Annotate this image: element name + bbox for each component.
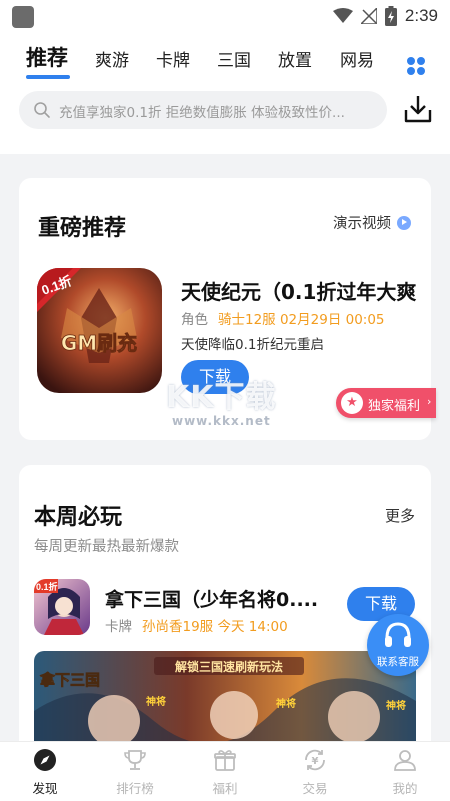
search-icon (34, 102, 50, 118)
nav-label: 我的 (392, 781, 418, 796)
game-icon-naxia[interactable]: 0.1折 (34, 579, 90, 635)
weekly-subtitle: 每周更新最热最新爆款 (34, 539, 179, 555)
game-name[interactable]: 拿下三国（少年名将0.... (105, 585, 318, 612)
watermark: KK下载 (166, 380, 277, 415)
nav-label: 福利 (212, 781, 238, 796)
active-tab-indicator (26, 75, 70, 79)
game-meta: 角色 骑士12服 02月29日 00:05 (181, 308, 385, 328)
header: 推荐 爽游 卡牌 三国 放置 网易 充值享独家0.1折 拒绝数值膨胀 体验极致性… (0, 32, 450, 154)
svg-text:¥: ¥ (312, 756, 319, 767)
banner-slogan: 解锁三国速刷新玩法 (175, 659, 283, 674)
weekly-title: 本周必玩 (34, 505, 123, 530)
tab-netease[interactable]: 网易 (340, 46, 374, 71)
game-artwork: 0.1折 GM刷充 (37, 268, 162, 393)
nav-welfare[interactable]: 福利 (180, 742, 270, 801)
search-placeholder: 充值享独家0.1折 拒绝数值膨胀 体验极致性价... (59, 105, 345, 121)
icon-caption: GM刷充 (61, 331, 137, 355)
game-meta: 卡牌 孙尚香19服 今天 14:00 (105, 615, 288, 635)
banner-tag: 神将 (146, 695, 166, 708)
all-categories-icon[interactable] (404, 54, 428, 78)
weekly-card: 本周必玩 更多 每周更新最热最新爆款 0.1折 拿下三国（少年名将0.... 卡… (19, 465, 431, 765)
user-icon (394, 750, 416, 771)
customer-service-label: 联系客服 (377, 656, 419, 668)
clock: 2:39 (404, 6, 438, 25)
banner-logo: 拿下三国 (39, 671, 100, 689)
tab-three-kingdoms[interactable]: 三国 (217, 46, 251, 71)
banner-tag: 神将 (276, 697, 296, 710)
nav-label: 交易 (302, 781, 328, 796)
demo-video-link[interactable]: 演示视频 (333, 212, 411, 233)
bottom-nav: 发现 排行榜 福利 ¥ 交易 我的 (0, 741, 450, 801)
status-bar: 2:39 (0, 0, 450, 32)
game-category: 角色 (181, 312, 208, 328)
tab-recommend[interactable]: 推荐 (26, 42, 68, 72)
no-signal-icon (360, 8, 377, 24)
nav-discover[interactable]: 发现 (0, 742, 90, 801)
trophy-icon (124, 750, 146, 770)
game-icon-tianshi[interactable]: 0.1折 GM刷充 (37, 268, 162, 393)
battery-charging-icon (384, 6, 397, 26)
nav-label: 发现 (32, 781, 58, 796)
demo-video-label: 演示视频 (333, 216, 391, 232)
nav-mine[interactable]: 我的 (360, 742, 450, 801)
discount-badge: 0.1折 (36, 581, 58, 592)
search-bar[interactable]: 充值享独家0.1折 拒绝数值膨胀 体验极致性价... (19, 91, 387, 129)
gift-icon (214, 750, 236, 771)
status-icons: 2:39 (332, 5, 438, 27)
game-artwork: 0.1折 (34, 579, 90, 635)
featured-title: 重磅推荐 (38, 216, 127, 241)
game-description: 天使降临0.1折纪元重启 (181, 337, 324, 353)
tab-shuangyou[interactable]: 爽游 (95, 46, 129, 71)
game-name[interactable]: 天使纪元（0.1折过年大爽 (181, 276, 431, 305)
more-link[interactable]: 更多 (385, 505, 415, 526)
category-tabs: 推荐 爽游 卡牌 三国 放置 网易 (0, 42, 450, 79)
exchange-icon: ¥ (305, 749, 325, 771)
banner-tag: 神将 (386, 699, 406, 712)
tab-idle[interactable]: 放置 (278, 46, 312, 71)
download-manager-icon[interactable] (403, 94, 433, 124)
app-notification-icon (12, 6, 34, 28)
game-server: 孙尚香19服 今天 14:00 (142, 619, 288, 635)
nav-ranking[interactable]: 排行榜 (90, 742, 180, 801)
watermark-url: www.kkx.net (172, 414, 271, 428)
nav-trade[interactable]: ¥ 交易 (270, 742, 360, 801)
game-category: 卡牌 (105, 619, 132, 635)
wifi-icon (332, 8, 353, 23)
star-icon: ★ (341, 392, 363, 414)
compass-icon (34, 749, 56, 771)
exclusive-welfare-button[interactable]: ★ 独家福利 › (336, 388, 436, 418)
game-server: 骑士12服 02月29日 00:05 (218, 312, 385, 328)
customer-service-button[interactable]: 联系客服 (367, 614, 429, 676)
tab-card[interactable]: 卡牌 (156, 46, 190, 71)
play-icon (397, 215, 411, 230)
chevron-right-icon: › (427, 395, 432, 408)
welfare-label: 独家福利 (368, 399, 421, 414)
nav-label: 排行榜 (116, 781, 154, 796)
headset-icon (385, 622, 411, 647)
